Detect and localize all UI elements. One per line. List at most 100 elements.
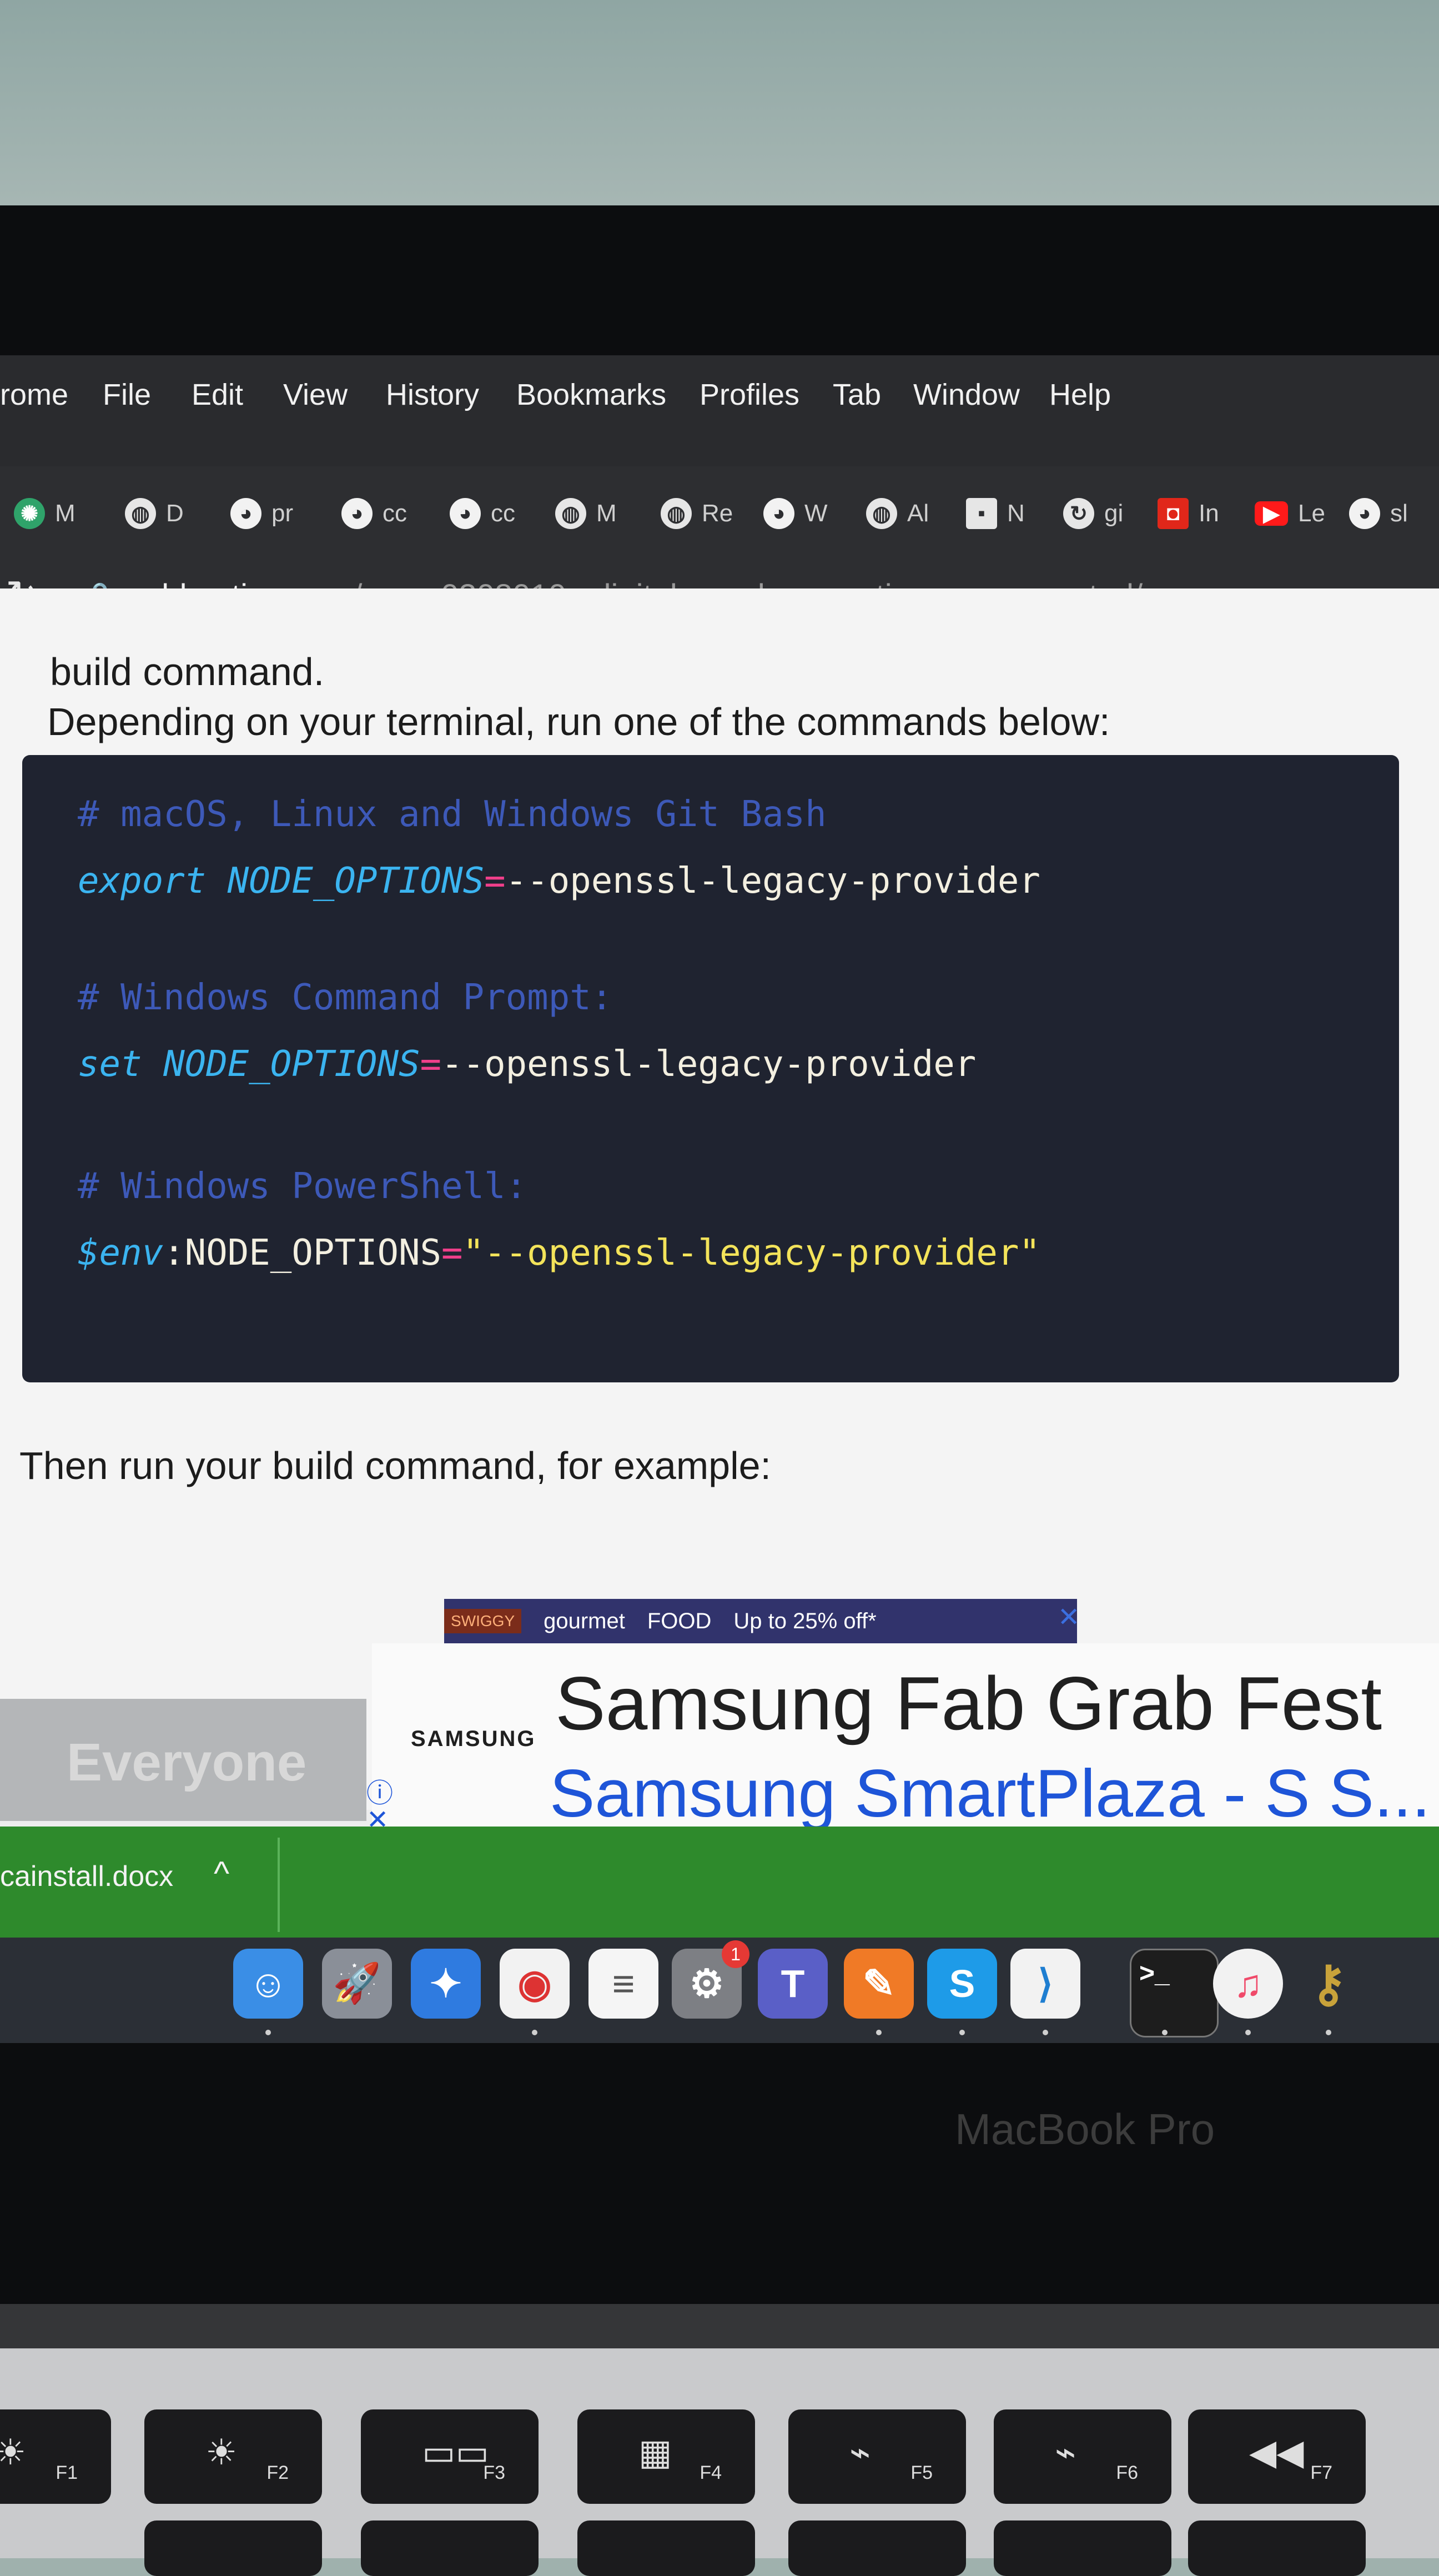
bookmark-item[interactable]: ◘ In (1158, 494, 1219, 533)
menu-help[interactable]: Help (1049, 378, 1111, 412)
github-icon: ◕ (763, 498, 794, 529)
code-line: export NODE_OPTIONS=--openssl-legacy-pro… (78, 861, 1040, 902)
bookmark-item[interactable]: ◍ M (555, 494, 617, 533)
bookmark-item[interactable]: ◕ cc (341, 494, 407, 533)
menu-bookmarks[interactable]: Bookmarks (516, 378, 666, 412)
ad-left-text: Everyone (67, 1733, 307, 1792)
ad-brand-badge: SWIGGY (444, 1609, 522, 1633)
running-indicator (532, 2030, 537, 2035)
menu-history[interactable]: History (386, 378, 479, 412)
menu-app-name[interactable]: rome (0, 378, 68, 412)
ad-offer: Up to 25% off* (733, 1608, 877, 1633)
code-comment: # macOS, Linux and Windows Git Bash (78, 794, 827, 835)
pencil-app-icon[interactable]: ✎ (844, 1949, 914, 2019)
running-indicator (1162, 2030, 1168, 2035)
keychain-icon[interactable]: ⚷ (1294, 1949, 1363, 2019)
menu-edit[interactable]: Edit (192, 378, 243, 412)
music-icon[interactable]: ♫ (1213, 1949, 1283, 2019)
running-indicator (876, 2030, 882, 2035)
red-square-icon: ◘ (1158, 498, 1189, 529)
keyboard-key-f1: ☀ F1 (0, 2409, 111, 2504)
keyboard-key-f3: ▭▭ F3 (361, 2409, 539, 2504)
download-file-name[interactable]: cainstall.docx (0, 1860, 173, 1893)
menu-tab[interactable]: Tab (833, 378, 881, 412)
bookmark-item[interactable]: ◍ Re (661, 494, 733, 533)
bookmark-item[interactable]: ◕ W (763, 494, 828, 533)
menu-file[interactable]: File (103, 378, 151, 412)
youtube-icon: ▶ (1255, 501, 1288, 526)
ad-text: gourmet (544, 1608, 625, 1633)
github-icon: ◕ (341, 498, 373, 529)
outro-paragraph: Then run your build command, for example… (19, 1444, 771, 1487)
running-indicator (1043, 2030, 1048, 2035)
github-icon: ◕ (450, 498, 481, 529)
background-wall (0, 0, 1439, 239)
bookmark-item[interactable]: ▶ Le (1255, 494, 1325, 533)
bookmark-item[interactable]: ▪ N (966, 494, 1025, 533)
github-icon: ◕ (1349, 498, 1380, 529)
keyboard-key (788, 2520, 966, 2576)
keyboard-key (144, 2520, 322, 2576)
bookmark-item[interactable]: ◕ sl (1349, 494, 1408, 533)
ad-text: FOOD (647, 1608, 712, 1633)
ad-headline[interactable]: Samsung Fab Grab Fest (555, 1660, 1382, 1747)
teams-icon[interactable]: T (758, 1949, 828, 2019)
partial-heading: build command. (50, 650, 325, 693)
code-line: $env:NODE_OPTIONS="--openssl-legacy-prov… (78, 1232, 1040, 1274)
keyboard-key-f6: ⌁ F6 (994, 2409, 1171, 2504)
menu-window[interactable]: Window (913, 378, 1020, 412)
globe-icon: ◍ (125, 498, 156, 529)
ad-subline[interactable]: Samsung SmartPlaza - S S... (550, 1754, 1431, 1832)
close-icon[interactable]: ✕ (1058, 1602, 1080, 1633)
menu-bar: rome File Edit View History Bookmarks Pr… (0, 355, 1439, 466)
menu-profiles[interactable]: Profiles (700, 378, 799, 412)
small-banner-ad[interactable]: SWIGGY gourmet FOOD Up to 25% off* (444, 1599, 1077, 1643)
bookmark-item[interactable]: ◕ cc (450, 494, 515, 533)
running-indicator (1245, 2030, 1251, 2035)
running-indicator (959, 2030, 965, 2035)
dock: ☺ 🚀 ✦ ◉ ≡ ⚙ 1 T ✎ S ⟩ >_ ♫ ⚷ (0, 1938, 1439, 2043)
square-icon: ▪ (966, 498, 997, 529)
notification-badge: 1 (722, 1940, 749, 1968)
bookmark-item[interactable]: ◕ pr (230, 494, 293, 533)
launchpad-icon[interactable]: 🚀 (322, 1949, 392, 2019)
code-comment: # Windows PowerShell: (78, 1166, 527, 1207)
download-bar: cainstall.docx ^ (0, 1827, 1439, 1938)
chrome-icon[interactable]: ◉ (500, 1949, 570, 2019)
samsung-logo: SAMSUNG (411, 1727, 536, 1751)
globe-icon: ◍ (866, 498, 897, 529)
divider (278, 1838, 280, 1932)
skype-icon[interactable]: S (927, 1949, 997, 2019)
globe-icon: ◍ (555, 498, 586, 529)
keyboard-key-f5: ⌁ F5 (788, 2409, 966, 2504)
bookmark-item[interactable]: ↻ gi (1063, 494, 1123, 533)
running-indicator (1326, 2030, 1331, 2035)
keyboard-key (361, 2520, 539, 2576)
bookmark-item[interactable]: ◍ Al (866, 494, 929, 533)
finder-icon[interactable]: ☺ (233, 1949, 303, 2019)
intro-paragraph: Depending on your terminal, run one of t… (47, 700, 1110, 743)
keyboard-key-f7: ◀◀ F7 (1188, 2409, 1366, 2504)
globe-icon: ◍ (661, 498, 692, 529)
code-block[interactable]: # macOS, Linux and Windows Git Bash expo… (22, 755, 1399, 1382)
macbook-pro-label: MacBook Pro (955, 2105, 1215, 2154)
reminders-icon[interactable]: ≡ (588, 1949, 658, 2019)
bookmark-item[interactable]: ✺ M (14, 494, 76, 533)
bookmarks-bar: ✺ M ◍ D ◕ pr ◕ cc ◕ cc ◍ M ◍ Re ◕ W ◍ Al ▪ N ↻ gi ◘… (0, 466, 1439, 572)
menu-view[interactable]: View (283, 378, 348, 412)
chatgpt-icon: ✺ (14, 498, 45, 529)
laptop-screen: rome File Edit View History Bookmarks Pr… (0, 355, 1439, 2043)
keyboard-key (994, 2520, 1171, 2576)
code-comment: # Windows Command Prompt: (78, 977, 613, 1018)
code-line: set NODE_OPTIONS=--openssl-legacy-provid… (78, 1044, 977, 1085)
terminal-icon[interactable]: >_ (1130, 1949, 1219, 2037)
keyboard-key (1188, 2520, 1366, 2576)
bookmark-item[interactable]: ◍ D (125, 494, 184, 533)
running-indicator (265, 2030, 271, 2035)
git-icon: ↻ (1063, 498, 1094, 529)
laptop-hinge (0, 2304, 1439, 2348)
vscode-icon[interactable]: ⟩ (1010, 1949, 1080, 2019)
safari-icon[interactable]: ✦ (411, 1949, 481, 2019)
github-icon: ◕ (230, 498, 261, 529)
chevron-up-icon[interactable]: ^ (214, 1854, 229, 1893)
